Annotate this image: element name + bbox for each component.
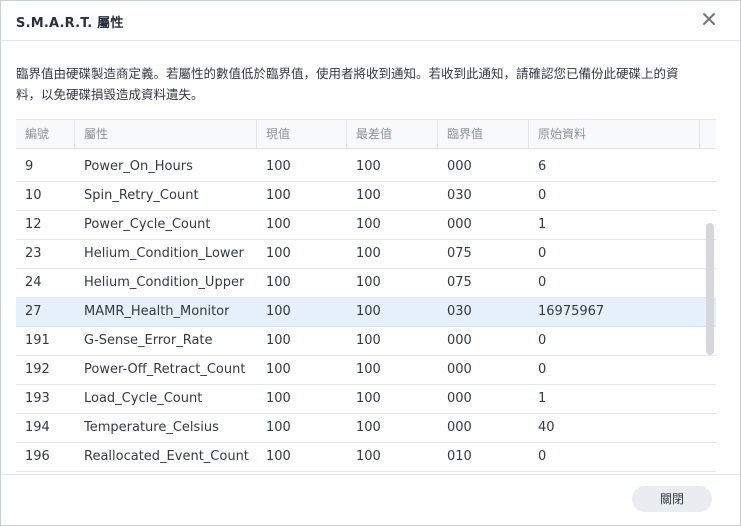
cell-attribute: MAMR_Health_Monitor xyxy=(84,304,230,319)
cell-id: 194 xyxy=(25,420,50,435)
close-icon[interactable] xyxy=(700,10,718,28)
cell-attribute: Helium_Condition_Upper xyxy=(84,275,245,290)
cell-attribute: Power_Cycle_Count xyxy=(84,217,211,232)
cell-id: 27 xyxy=(25,304,42,319)
cell-worst: 100 xyxy=(356,159,381,174)
cell-current: 100 xyxy=(266,188,291,203)
cell-raw: 0 xyxy=(538,188,547,203)
cell-worst: 100 xyxy=(356,188,381,203)
description-line-2: 料，以免硬碟損毀造成資料遺失。 xyxy=(16,87,204,102)
cell-raw: 0 xyxy=(538,333,547,348)
table-row[interactable]: 10 Spin_Retry_Count 100 100 030 0 xyxy=(16,182,716,211)
cell-current: 100 xyxy=(266,275,291,290)
table-row[interactable]: 12 Power_Cycle_Count 100 100 000 1 xyxy=(16,211,716,240)
cell-current: 100 xyxy=(266,333,291,348)
cell-id: 23 xyxy=(25,246,42,261)
cell-raw: 40 xyxy=(538,420,555,435)
cell-attribute: Power_On_Hours xyxy=(84,159,193,174)
cell-raw: 0 xyxy=(538,362,547,377)
cell-current: 100 xyxy=(266,362,291,377)
cell-id: 196 xyxy=(25,449,50,464)
cell-attribute: Reallocated_Event_Count xyxy=(84,449,249,464)
table-row[interactable]: 196 Reallocated_Event_Count 100 100 010 0 xyxy=(16,443,716,472)
dialog-titlebar: S.M.A.R.T. 屬性 xyxy=(1,1,740,41)
cell-worst: 100 xyxy=(356,246,381,261)
column-header-current[interactable]: 現值 xyxy=(257,120,347,149)
table-row[interactable]: 24 Helium_Condition_Upper 100 100 075 0 xyxy=(16,269,716,298)
table-row[interactable]: 194 Temperature_Celsius 100 100 000 40 xyxy=(16,414,716,443)
cell-id: 24 xyxy=(25,275,42,290)
cell-attribute: Helium_Condition_Lower xyxy=(84,246,244,261)
cell-threshold: 030 xyxy=(447,188,472,203)
description-line-1: 臨界值由硬碟製造商定義。若屬性的數值低於臨界值，使用者將收到通知。若收到此通知，… xyxy=(16,66,679,81)
cell-current: 100 xyxy=(266,449,291,464)
cell-worst: 100 xyxy=(356,333,381,348)
dialog-footer: 關閉 xyxy=(1,474,740,525)
cell-threshold: 075 xyxy=(447,275,472,290)
cell-current: 100 xyxy=(266,246,291,261)
column-header-threshold[interactable]: 臨界值 xyxy=(438,120,529,149)
cell-current: 100 xyxy=(266,420,291,435)
cell-worst: 100 xyxy=(356,362,381,377)
cell-threshold: 000 xyxy=(447,333,472,348)
cell-id: 191 xyxy=(25,333,50,348)
cell-raw: 0 xyxy=(538,449,547,464)
table-row[interactable]: 23 Helium_Condition_Lower 100 100 075 0 xyxy=(16,240,716,269)
table-row[interactable]: 191 G-Sense_Error_Rate 100 100 000 0 xyxy=(16,327,716,356)
table-row[interactable]: 192 Power-Off_Retract_Count 100 100 000 0 xyxy=(16,356,716,385)
cell-worst: 100 xyxy=(356,217,381,232)
cell-threshold: 000 xyxy=(447,159,472,174)
cell-threshold: 010 xyxy=(447,449,472,464)
column-header-worst[interactable]: 最差值 xyxy=(347,120,438,149)
cell-threshold: 000 xyxy=(447,217,472,232)
cell-threshold: 000 xyxy=(447,362,472,377)
table-row[interactable]: 27 MAMR_Health_Monitor 100 100 030 16975967 xyxy=(16,298,716,327)
table-scrollbar[interactable] xyxy=(706,223,714,355)
smart-attributes-dialog: S.M.A.R.T. 屬性 臨界值由硬碟製造商定義。若屬性的數值低於臨界值，使用… xyxy=(0,0,741,526)
cell-attribute: Power-Off_Retract_Count xyxy=(84,362,246,377)
cell-attribute: Spin_Retry_Count xyxy=(84,188,199,203)
cell-raw: 0 xyxy=(538,275,547,290)
cell-id: 12 xyxy=(25,217,42,232)
column-header-attribute[interactable]: 屬性 xyxy=(75,120,257,149)
cell-raw: 1 xyxy=(538,217,547,232)
cell-raw: 6 xyxy=(538,159,547,174)
dialog-title: S.M.A.R.T. 屬性 xyxy=(16,16,124,31)
cell-worst: 100 xyxy=(356,275,381,290)
cell-attribute: Temperature_Celsius xyxy=(84,420,219,435)
cell-worst: 100 xyxy=(356,420,381,435)
cell-raw: 0 xyxy=(538,246,547,261)
smart-table: 編號 屬性 現值 最差值 臨界值 原始資料 9 Power_On_Hours 100… xyxy=(16,119,716,473)
cell-current: 100 xyxy=(266,159,291,174)
cell-id: 192 xyxy=(25,362,50,377)
cell-raw: 1 xyxy=(538,391,547,406)
cell-id: 10 xyxy=(25,188,42,203)
cell-worst: 100 xyxy=(356,449,381,464)
cell-current: 100 xyxy=(266,217,291,232)
cell-raw: 16975967 xyxy=(538,304,605,319)
close-button[interactable]: 關閉 xyxy=(632,486,712,512)
table-row[interactable]: 9 Power_On_Hours 100 100 000 6 xyxy=(16,153,716,182)
table-body[interactable]: 9 Power_On_Hours 100 100 000 6 10 Spin_Retry_Co… xyxy=(16,149,716,474)
cell-worst: 100 xyxy=(356,304,381,319)
table-rows: 9 Power_On_Hours 100 100 000 6 10 Spin_Retry_Co… xyxy=(16,153,716,472)
cell-attribute: G-Sense_Error_Rate xyxy=(84,333,213,348)
cell-current: 100 xyxy=(266,304,291,319)
cell-threshold: 030 xyxy=(447,304,472,319)
cell-id: 193 xyxy=(25,391,50,406)
column-header-id[interactable]: 編號 xyxy=(16,120,75,149)
cell-threshold: 075 xyxy=(447,246,472,261)
cell-attribute: Load_Cycle_Count xyxy=(84,391,203,406)
cell-threshold: 000 xyxy=(447,391,472,406)
column-header-raw[interactable]: 原始資料 xyxy=(529,120,700,149)
dialog-description: 臨界值由硬碟製造商定義。若屬性的數值低於臨界值，使用者將收到通知。若收到此通知，… xyxy=(16,63,722,105)
table-header: 編號 屬性 現值 最差值 臨界值 原始資料 xyxy=(16,120,716,149)
cell-worst: 100 xyxy=(356,391,381,406)
cell-threshold: 000 xyxy=(447,420,472,435)
cell-current: 100 xyxy=(266,391,291,406)
cell-id: 9 xyxy=(25,159,34,174)
table-row[interactable]: 193 Load_Cycle_Count 100 100 000 1 xyxy=(16,385,716,414)
